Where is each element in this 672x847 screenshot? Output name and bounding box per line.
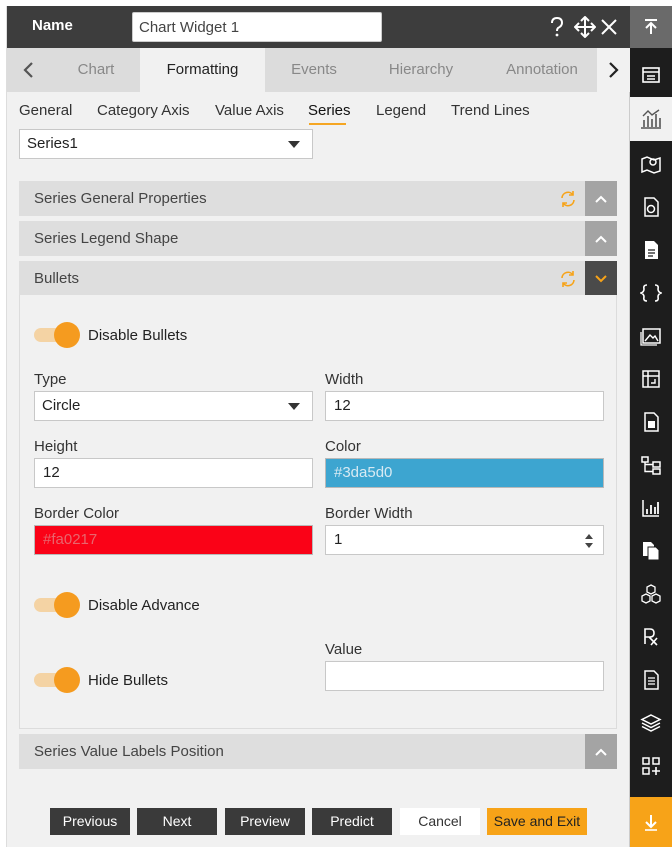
- chevron-down-icon: [595, 274, 607, 282]
- height-label: Height: [34, 438, 78, 455]
- close-icon[interactable]: [597, 14, 621, 40]
- bullet-type-select[interactable]: Circle: [34, 391, 313, 421]
- main-tab-bar: Chart Formatting Events Hierarchy Annota…: [7, 48, 631, 92]
- next-button[interactable]: Next: [137, 808, 217, 835]
- chevron-down-icon: [288, 403, 300, 410]
- move-icon[interactable]: [573, 14, 597, 40]
- calculator-sheet-icon[interactable]: [630, 401, 672, 443]
- chevron-down-icon: [288, 141, 300, 148]
- chevron-up-icon: [595, 235, 607, 243]
- bullet-type-value: Circle: [42, 397, 81, 414]
- preview-button[interactable]: Preview: [225, 808, 305, 835]
- document-widget-icon[interactable]: [630, 229, 672, 271]
- copy-document-icon[interactable]: [630, 530, 672, 572]
- value-label: Value: [325, 641, 363, 658]
- collapse-button[interactable]: [585, 734, 617, 769]
- section-bullets[interactable]: Bullets: [19, 261, 617, 296]
- border-width-stepper[interactable]: 1: [325, 525, 604, 555]
- width-label: Width: [325, 371, 364, 388]
- chart-widget-icon[interactable]: [630, 97, 672, 141]
- add-widget-icon[interactable]: [630, 745, 672, 787]
- color-picker-input[interactable]: #3da5d0: [325, 458, 604, 488]
- footer-actions: Previous Next Preview Predict Cancel Sav…: [7, 806, 631, 846]
- disable-bullets-toggle[interactable]: [34, 322, 80, 348]
- help-icon[interactable]: [545, 14, 569, 40]
- cancel-button[interactable]: Cancel: [400, 808, 480, 835]
- border-color-picker-input[interactable]: #fa0217: [34, 525, 313, 555]
- section-title: Bullets: [34, 270, 80, 287]
- section-series-value-labels-position[interactable]: Series Value Labels Position: [19, 734, 617, 769]
- pivot-table-icon[interactable]: [630, 358, 672, 400]
- height-input[interactable]: 12: [34, 458, 313, 488]
- section-series-legend-shape[interactable]: Series Legend Shape: [19, 221, 617, 256]
- disable-bullets-label: Disable Bullets: [88, 327, 188, 344]
- hide-bullets-toggle[interactable]: [34, 667, 80, 693]
- scroll-to-top-icon[interactable]: [630, 6, 672, 48]
- right-toolbar: [630, 6, 672, 847]
- rx-formula-icon[interactable]: [630, 616, 672, 658]
- subtab-legend[interactable]: Legend: [376, 102, 426, 119]
- title-bar: Name: [7, 6, 631, 48]
- layers-icon[interactable]: [630, 702, 672, 744]
- tab-scroll-right-icon[interactable]: [597, 48, 631, 92]
- toggle-knob: [54, 322, 80, 348]
- widget-name-input[interactable]: [132, 12, 382, 42]
- value-input[interactable]: [325, 661, 604, 691]
- formatting-subtab-bar: General Category Axis Value Axis Series …: [7, 92, 631, 128]
- width-input[interactable]: 12: [325, 391, 604, 421]
- code-braces-icon[interactable]: [630, 272, 672, 314]
- collapse-button[interactable]: [585, 221, 617, 256]
- refresh-icon[interactable]: [559, 190, 577, 208]
- cubes-icon[interactable]: [630, 573, 672, 615]
- subtab-trend-lines[interactable]: Trend Lines: [451, 102, 530, 119]
- tab-scroll-left-icon[interactable]: [11, 48, 45, 92]
- series-select[interactable]: Series1: [19, 129, 313, 159]
- predict-button[interactable]: Predict: [312, 808, 392, 835]
- chevron-up-icon: [595, 195, 607, 203]
- grid-widget-icon[interactable]: [630, 54, 672, 96]
- border-color-label: Border Color: [34, 505, 120, 522]
- scroll-down-icon[interactable]: [630, 797, 672, 847]
- text-document-icon[interactable]: [630, 659, 672, 701]
- toggle-knob: [54, 592, 80, 618]
- map-widget-icon[interactable]: [630, 143, 672, 185]
- type-label: Type: [34, 371, 67, 388]
- color-label: Color: [325, 438, 361, 455]
- series-select-value: Series1: [27, 135, 78, 152]
- active-subtab-underline: [309, 123, 346, 125]
- collapse-button[interactable]: [585, 181, 617, 216]
- section-title: Series Legend Shape: [34, 230, 179, 247]
- tab-chart[interactable]: Chart: [47, 48, 145, 92]
- border-width-label: Border Width: [325, 505, 413, 522]
- subtab-category-axis[interactable]: Category Axis: [97, 102, 190, 119]
- expand-button[interactable]: [585, 261, 617, 296]
- name-label: Name: [32, 17, 73, 34]
- refresh-icon[interactable]: [559, 270, 577, 288]
- disable-advance-toggle[interactable]: [34, 592, 80, 618]
- disable-advance-label: Disable Advance: [88, 597, 200, 614]
- section-series-general-properties[interactable]: Series General Properties: [19, 181, 617, 216]
- bullets-body: Disable Bullets Type Circle Width 12 Hei…: [19, 295, 617, 729]
- section-title: Series Value Labels Position: [34, 743, 224, 760]
- toggle-knob: [54, 667, 80, 693]
- subtab-general[interactable]: General: [19, 102, 72, 119]
- report-widget-icon[interactable]: [630, 186, 672, 228]
- previous-button[interactable]: Previous: [50, 808, 130, 835]
- properties-panel: Name Chart Formatting Events Hierarchy A…: [6, 6, 631, 847]
- subtab-series[interactable]: Series: [308, 102, 351, 119]
- border-width-value: 1: [334, 531, 343, 548]
- hierarchy-tree-icon[interactable]: [630, 444, 672, 486]
- tab-annotation[interactable]: Annotation: [490, 48, 594, 92]
- tab-events[interactable]: Events: [265, 48, 363, 92]
- hide-bullets-label: Hide Bullets: [88, 672, 169, 689]
- save-and-exit-button[interactable]: Save and Exit: [487, 808, 587, 835]
- chevron-up-icon: [595, 748, 607, 756]
- tab-hierarchy[interactable]: Hierarchy: [357, 48, 485, 92]
- image-widget-icon[interactable]: [630, 315, 672, 357]
- spinner-arrows-icon[interactable]: [585, 534, 593, 548]
- tab-formatting[interactable]: Formatting: [140, 48, 265, 92]
- section-title: Series General Properties: [34, 190, 207, 207]
- bar-chart-icon[interactable]: [630, 487, 672, 529]
- subtab-value-axis[interactable]: Value Axis: [215, 102, 284, 119]
